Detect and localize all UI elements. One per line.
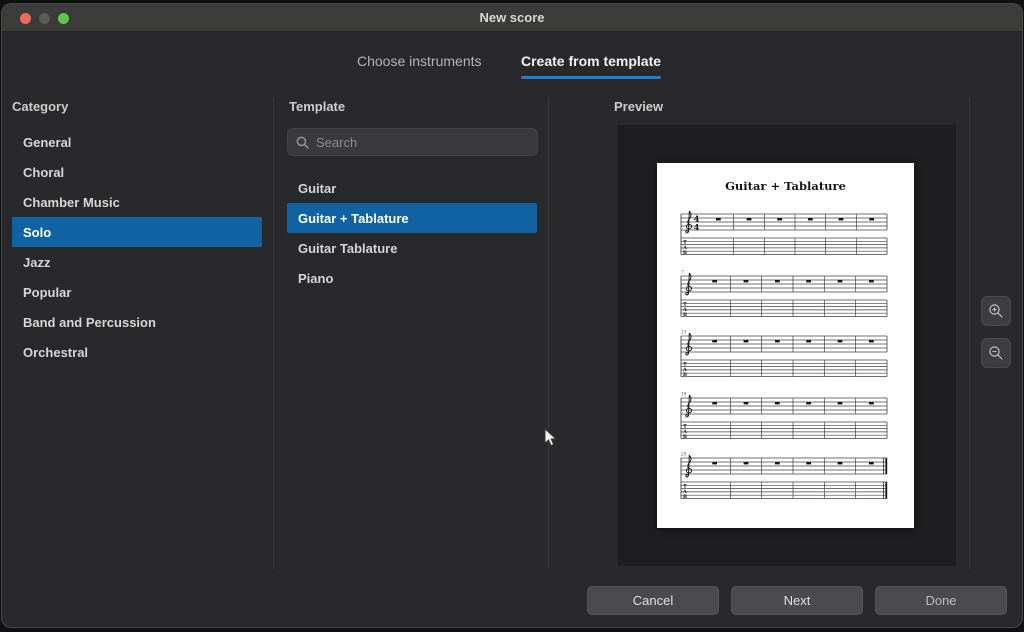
template-item[interactable]: Guitar — [287, 173, 537, 203]
template-item[interactable]: Guitar + Tablature — [287, 203, 537, 233]
new-score-dialog: New score Choose instruments Create from… — [1, 3, 1023, 628]
category-item[interactable]: General — [12, 127, 262, 157]
zoom-out-icon — [989, 346, 1003, 360]
mouse-cursor — [544, 428, 557, 447]
score-preview: Guitar + Tablature44TABTAB7TAB13TAB19TAB… — [680, 179, 888, 500]
zoom-out-button[interactable] — [981, 338, 1011, 368]
divider-preview-right — [969, 98, 970, 569]
svg-text:Guitar + Tablature: Guitar + Tablature — [725, 179, 846, 193]
next-button[interactable]: Next — [731, 586, 863, 615]
svg-text:19: 19 — [681, 392, 687, 397]
titlebar: New score — [2, 4, 1022, 32]
template-item-label: Piano — [298, 270, 334, 286]
category-item[interactable]: Solo — [12, 217, 262, 247]
zoom-in-button[interactable] — [981, 296, 1011, 326]
divider-template-preview — [548, 98, 549, 569]
preview-header: Preview — [614, 99, 664, 114]
search-input[interactable] — [316, 134, 529, 150]
svg-text:B: B — [683, 434, 687, 440]
category-item-label: Choral — [23, 164, 65, 180]
template-list: Guitar Guitar + Tablature Guitar Tablature… — [287, 173, 537, 293]
category-item-label: Jazz — [23, 254, 51, 270]
search-icon — [296, 136, 309, 149]
zoom-in-icon — [989, 304, 1003, 318]
preview-page: Guitar + Tablature 4 4 T A B T A B 7 T A B 13 T A B 19 T A B… — [657, 163, 914, 528]
divider-category-template — [273, 98, 274, 569]
category-item-label: Band and Percussion — [23, 314, 156, 330]
svg-text:B: B — [683, 372, 687, 378]
svg-text:B: B — [683, 494, 687, 500]
template-item[interactable]: Piano — [287, 263, 537, 293]
category-item[interactable]: Choral — [12, 157, 262, 187]
cancel-button[interactable]: Cancel — [587, 586, 719, 615]
svg-text:7: 7 — [681, 270, 684, 275]
category-item-label: Orchestral — [23, 344, 89, 360]
category-item[interactable]: Jazz — [12, 247, 262, 277]
template-item-label: Guitar — [298, 180, 337, 196]
category-item[interactable]: Popular — [12, 277, 262, 307]
category-item-label: Chamber Music — [23, 194, 120, 210]
category-item-label: Popular — [23, 284, 72, 300]
svg-text:25: 25 — [680, 452, 687, 457]
category-item[interactable]: Chamber Music — [12, 187, 262, 217]
category-item-label: General — [23, 134, 72, 150]
svg-text:13: 13 — [681, 330, 687, 335]
svg-text:B: B — [683, 250, 687, 256]
svg-text:4: 4 — [694, 222, 700, 232]
category-header: Category — [12, 99, 69, 114]
window-title: New score — [479, 10, 545, 25]
category-item[interactable]: Orchestral — [12, 337, 262, 367]
template-item-label: Guitar + Tablature — [298, 210, 409, 226]
done-button[interactable]: Done — [875, 586, 1007, 615]
template-header: Template — [289, 99, 346, 114]
template-item[interactable]: Guitar Tablature — [287, 233, 537, 263]
category-list: General Choral Chamber Music Solo Jazz Popula… — [12, 127, 262, 367]
search-box — [287, 128, 538, 156]
template-item-label: Guitar Tablature — [298, 240, 398, 256]
category-item-label: Solo — [23, 224, 52, 240]
tab-create-from-template[interactable]: Create from template — [521, 53, 662, 79]
category-item[interactable]: Band and Percussion — [12, 307, 262, 337]
svg-text:B: B — [683, 312, 687, 318]
tab-choose-instruments[interactable]: Choose instruments — [357, 53, 482, 73]
